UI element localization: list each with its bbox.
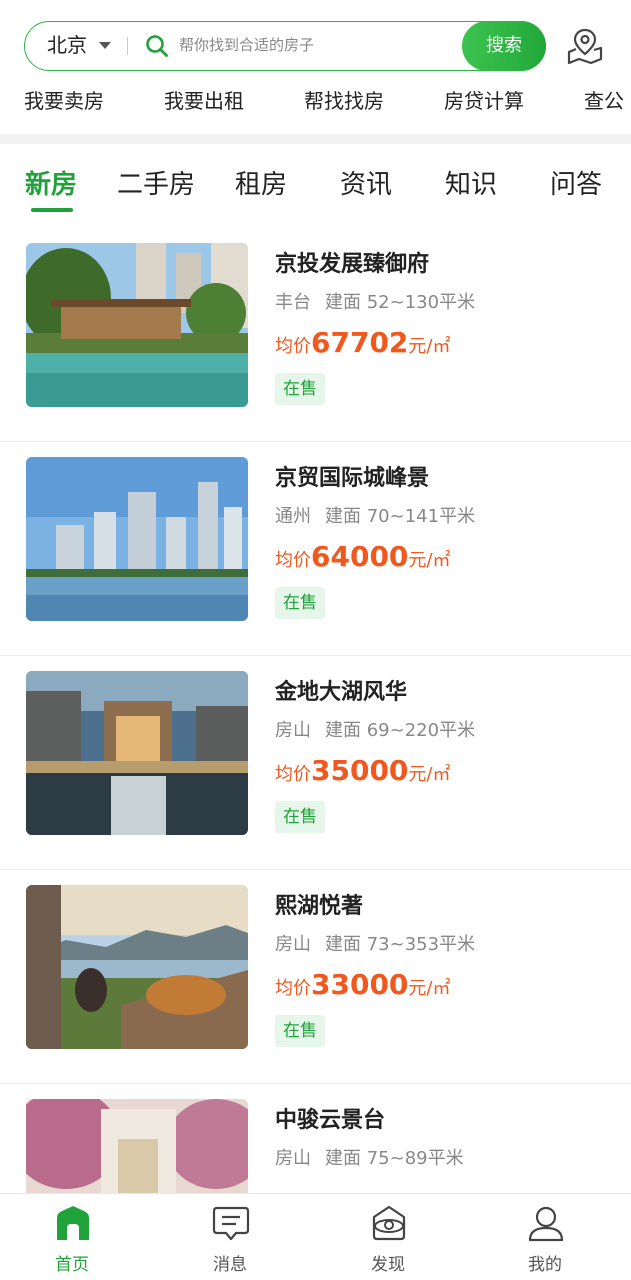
price-prefix: 均价 [275,764,311,785]
nav-profile[interactable]: 我的 [495,1194,595,1280]
price-unit: 元/㎡ [408,764,451,785]
price-value: 64000 [311,540,409,573]
nav-label: 我的 [528,1255,562,1275]
property-meta: 通州 建面 70~141平米 [275,502,475,528]
active-tab-indicator [31,208,73,212]
list-item[interactable]: 京贸国际城峰景 通州 建面 70~141平米 均价64000元/㎡ 在售 [0,442,631,656]
nav-label: 消息 [213,1255,247,1275]
quick-link-more[interactable]: 查公 [584,86,624,116]
property-price: 均价33000元/㎡ [275,968,451,1001]
status-badge: 在售 [275,1015,325,1047]
property-district: 通州 [275,506,311,527]
list-item[interactable]: 京投发展臻御府 丰台 建面 52~130平米 均价67702元/㎡ 在售 [0,228,631,442]
property-meta: 丰台 建面 52~130平米 [275,288,475,314]
bottom-nav: 首页 消息 发现 我的 [0,1193,631,1280]
nav-label: 发现 [371,1255,405,1275]
property-name: 中骏云景台 [275,1108,386,1133]
tab-knowledge[interactable]: 知识 [445,164,497,201]
list-item[interactable]: 熙湖悦著 房山 建面 73~353平米 均价33000元/㎡ 在售 [0,870,631,1084]
home-icon [57,1206,89,1240]
property-area: 建面 52~130平米 [325,292,476,313]
message-icon [212,1206,250,1241]
property-meta: 房山 建面 69~220平米 [275,716,475,742]
property-image [26,885,248,1049]
property-image [26,457,248,621]
property-price: 均价67702元/㎡ [275,326,451,359]
quick-link-mortgage-calc[interactable]: 房贷计算 [444,86,524,116]
property-area: 建面 73~353平米 [325,934,476,955]
property-district: 房山 [275,934,311,955]
tab-resale[interactable]: 二手房 [117,164,195,201]
property-area: 建面 69~220平米 [325,720,476,741]
property-district: 房山 [275,1148,311,1169]
property-meta: 房山 建面 73~353平米 [275,930,475,956]
property-district: 丰台 [275,292,311,313]
tab-news[interactable]: 资讯 [340,164,392,201]
quick-link-rent-out[interactable]: 我要出租 [164,86,244,116]
price-prefix: 均价 [275,978,311,999]
search-box[interactable]: 北京 帮你找到合适的房子 搜索 [24,20,546,71]
status-badge: 在售 [275,373,325,405]
nav-home[interactable]: 首页 [22,1194,122,1280]
property-area: 建面 75~89平米 [325,1148,464,1169]
tab-new-homes[interactable]: 新房 [25,164,77,201]
search-input[interactable]: 帮你找到合适的房子 [179,22,314,69]
list-item[interactable]: 金地大湖风华 房山 建面 69~220平米 均价35000元/㎡ 在售 [0,656,631,870]
price-prefix: 均价 [275,336,311,357]
discover-icon [372,1205,406,1241]
price-value: 35000 [311,754,409,787]
search-icon [146,35,168,57]
property-district: 房山 [275,720,311,741]
status-badge: 在售 [275,587,325,619]
property-meta: 房山 建面 75~89平米 [275,1144,464,1170]
top-bar: 北京 帮你找到合适的房子 搜索 [0,0,631,78]
price-value: 33000 [311,968,409,1001]
tab-qa[interactable]: 问答 [550,164,602,201]
section-divider [0,134,631,144]
price-unit: 元/㎡ [408,550,451,571]
profile-icon [528,1206,564,1242]
quick-links: 我要卖房 我要出租 帮找找房 房贷计算 查公 [0,86,631,120]
nav-messages[interactable]: 消息 [180,1194,280,1280]
city-selector[interactable]: 北京 [47,22,87,69]
property-image [26,243,248,407]
property-name: 京贸国际城峰景 [275,466,430,491]
property-name: 京投发展臻御府 [275,252,430,277]
category-tabs: 新房 二手房 租房 资讯 知识 问答 [0,150,631,220]
property-price: 均价35000元/㎡ [275,754,451,787]
status-badge: 在售 [275,801,325,833]
property-name: 熙湖悦著 [275,894,364,919]
property-name: 金地大湖风华 [275,680,408,705]
nav-discover[interactable]: 发现 [338,1194,438,1280]
quick-link-sell[interactable]: 我要卖房 [24,86,104,116]
price-unit: 元/㎡ [408,978,451,999]
caret-down-icon[interactable] [99,42,111,49]
property-price: 均价64000元/㎡ [275,540,451,573]
map-location-icon[interactable] [566,26,604,66]
price-value: 67702 [311,326,409,359]
search-button[interactable]: 搜索 [462,20,546,71]
tab-rental[interactable]: 租房 [235,164,287,201]
nav-label: 首页 [55,1255,89,1275]
property-image [26,671,248,835]
quick-link-find-home[interactable]: 帮找找房 [304,86,384,116]
price-unit: 元/㎡ [408,336,451,357]
divider [127,37,128,55]
price-prefix: 均价 [275,550,311,571]
property-area: 建面 70~141平米 [325,506,476,527]
